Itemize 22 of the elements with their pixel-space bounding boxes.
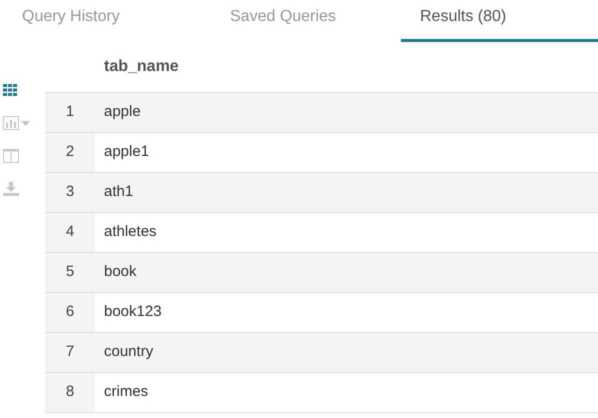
row-number: 2 [45,133,95,172]
column-header[interactable]: tab_name [95,55,179,79]
table-cell-text: country [103,342,154,362]
table-cell-text: book [103,262,137,282]
grid-icon [3,84,18,96]
table-cell-text: apple [103,102,141,122]
table-cell-text: apple1 [103,142,150,162]
table-cell-text: book123 [103,302,162,322]
row-number: 4 [45,213,95,252]
row-number: 8 [45,373,95,412]
columns-button[interactable] [3,146,19,166]
row-number: 6 [45,293,95,332]
table-cell-text: athletes [103,222,157,242]
table-cell-text: crimes [103,382,148,402]
download-icon [3,182,19,196]
columns-icon [3,149,19,163]
caret-icon [21,120,30,126]
bar-chart-button[interactable] [3,113,30,133]
tab[interactable]: Results (80) [401,0,598,42]
table-cell-text: ath1 [103,182,134,202]
download-button[interactable] [3,179,19,199]
bar-chart-icon [3,116,19,130]
